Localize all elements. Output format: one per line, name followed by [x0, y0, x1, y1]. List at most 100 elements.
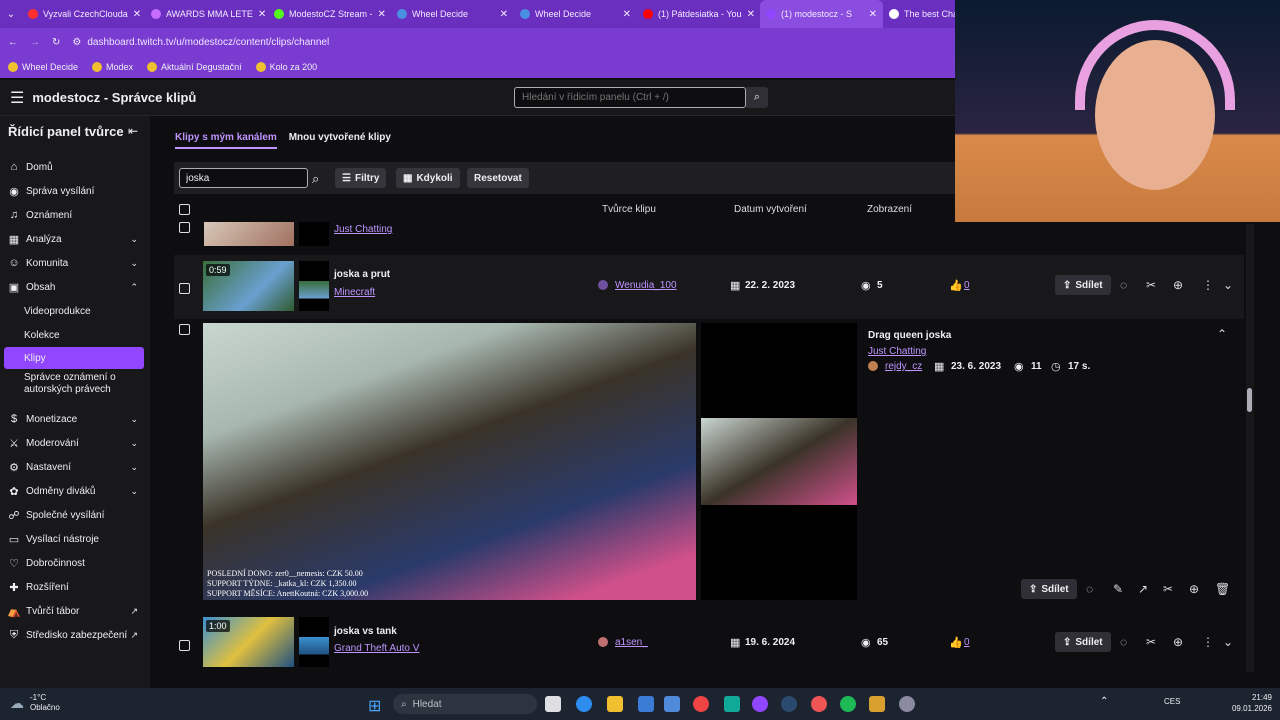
time-filter-button[interactable]: ▦ Kdykoli — [396, 168, 460, 188]
loading-icon[interactable]: ◌ — [1120, 278, 1127, 292]
tab-my-channel-clips[interactable]: Klipy s mým kanálem — [175, 132, 277, 149]
sidebar-item-charity[interactable]: ♡ Dobročinnost — [0, 552, 150, 574]
clip-thumbnail[interactable]: 1:00 — [203, 617, 294, 667]
column-creator[interactable]: Tvůrce klipu — [602, 204, 656, 215]
sidebar-item-extension[interactable]: ✚ Rozšíření — [0, 576, 150, 598]
back-icon[interactable]: ← — [8, 37, 18, 48]
windows-start-icon[interactable]: ⊞ — [368, 696, 381, 716]
clip-category-link[interactable]: Just Chatting — [334, 224, 392, 235]
more-icon[interactable]: ⋮ — [1202, 635, 1214, 649]
store-icon[interactable] — [638, 696, 654, 712]
tray-chevron-icon[interactable]: ⌃ — [1100, 696, 1108, 707]
clip-creator-link[interactable]: a1sen_ — [615, 637, 648, 648]
clip-thumbnail[interactable] — [204, 222, 294, 246]
tab-my-created-clips[interactable]: Mnou vytvořené klipy — [289, 132, 391, 149]
clip-category-link[interactable]: Just Chatting — [868, 346, 926, 357]
opera-icon[interactable] — [811, 696, 827, 712]
tab-list-button[interactable]: ⌄ — [0, 9, 22, 20]
browser-tab[interactable]: (1) modestocz - S ✕ — [760, 0, 883, 28]
sidebar-item-sub-7[interactable]: Kolekce — [0, 324, 150, 346]
sidebar-item-sub-6[interactable]: Videoprodukce — [0, 300, 150, 322]
clip-search-input[interactable] — [179, 168, 308, 188]
sidebar-item-community[interactable]: ☺ Komunita ⌄ — [0, 252, 150, 274]
sidebar-item-gift[interactable]: ✿ Odměny diváků ⌄ — [0, 480, 150, 502]
row-checkbox[interactable] — [179, 640, 190, 651]
clip-creator-link[interactable]: rejdy_cz — [885, 361, 922, 372]
share-button[interactable]: ⇪ Sdílet — [1021, 579, 1077, 599]
clip-creator-link[interactable]: Wenudia_100 — [615, 280, 677, 291]
settings-icon[interactable] — [899, 696, 915, 712]
clip-category-link[interactable]: Grand Theft Auto V — [334, 643, 419, 654]
share-button[interactable]: ⇪ Sdílet — [1055, 632, 1111, 652]
loading-icon[interactable]: ◌ — [1120, 635, 1127, 649]
sidebar-item-gear[interactable]: ⚙ Nastavení ⌄ — [0, 456, 150, 478]
clip-video-player[interactable]: POSLEDNÍ DONO: zer0__nemesis: CZK 50.00 … — [203, 323, 696, 600]
expand-chevron-icon[interactable]: ⌄ — [1223, 278, 1233, 292]
sidebar-item-sub-9[interactable]: Správce oznámení o autorských právech — [0, 370, 150, 398]
close-tab-icon[interactable]: ✕ — [623, 9, 631, 20]
add-circle-icon[interactable]: ⊕ — [1173, 635, 1183, 649]
clip-likes[interactable]: 0 — [964, 280, 970, 291]
menu-icon[interactable]: ☰ — [10, 88, 24, 108]
clip-likes[interactable]: 0 — [964, 637, 970, 648]
sidebar-item-tools[interactable]: ▭ Vysílací nástroje — [0, 528, 150, 550]
discord-icon[interactable] — [752, 696, 768, 712]
add-circle-icon[interactable]: ⊕ — [1173, 278, 1183, 292]
browser-tab[interactable]: ModestoCZ Stream - ✕ — [268, 0, 391, 28]
browser-tab[interactable]: (1) Pátdesiatka - You ✕ — [637, 0, 760, 28]
taskbar-search[interactable]: ⌕ Hledat — [393, 694, 537, 714]
sidebar-item-home[interactable]: ⌂ Domů — [0, 156, 150, 178]
select-all-checkbox[interactable] — [179, 204, 190, 215]
chrome-icon[interactable] — [693, 696, 709, 712]
explorer-icon[interactable] — [607, 696, 623, 712]
row-checkbox[interactable] — [179, 324, 190, 335]
app-icon[interactable] — [664, 696, 680, 712]
bookmark-degustacni[interactable]: Aktuální Degustační — [147, 62, 242, 72]
app-icon[interactable] — [724, 696, 740, 712]
close-tab-icon[interactable]: ✕ — [747, 9, 755, 20]
trash-icon[interactable]: 🗑 — [1215, 582, 1230, 596]
scissors-icon[interactable]: ✂ — [1146, 278, 1156, 292]
sidebar-item-content[interactable]: ▣ Obsah ⌃ — [0, 276, 150, 298]
bookmark-kolo[interactable]: Kolo za 200 — [255, 62, 317, 72]
clip-title[interactable]: joska a prut — [334, 269, 390, 280]
scissors-icon[interactable]: ✂ — [1146, 635, 1156, 649]
clip-title[interactable]: joska vs tank — [334, 626, 397, 637]
edit-icon[interactable]: ✎ — [1113, 582, 1123, 596]
reload-icon[interactable]: ↻ — [52, 37, 60, 48]
scrollbar-thumb[interactable] — [1247, 388, 1252, 412]
add-circle-icon[interactable]: ⊕ — [1189, 582, 1199, 596]
steam-icon[interactable] — [781, 696, 797, 712]
more-icon[interactable]: ⋮ — [1202, 278, 1214, 292]
clip-category-link[interactable]: Minecraft — [334, 287, 375, 298]
forward-icon[interactable]: → — [30, 37, 40, 48]
column-date[interactable]: Datum vytvoření — [734, 204, 807, 215]
sidebar-item-chart[interactable]: ▦ Analýza ⌄ — [0, 228, 150, 250]
url-field[interactable]: ⚙ dashboard.twitch.tv/u/modestocz/conten… — [72, 32, 972, 52]
sidebar-item-bell[interactable]: ♫ Oznámení — [0, 204, 150, 226]
task-view-icon[interactable] — [545, 696, 561, 712]
sidebar-item-money[interactable]: $ Monetizace ⌄ — [0, 408, 150, 430]
weather-widget[interactable]: ☁ -1°C Oblačno — [10, 693, 60, 713]
scrollbar[interactable] — [1246, 224, 1254, 672]
sidebar-item-camp[interactable]: ⛺ Tvůrčí tábor ↗ — [0, 600, 150, 622]
browser-tab[interactable]: Wheel Decide ✕ — [514, 0, 637, 28]
expand-chevron-icon[interactable]: ⌄ — [1223, 635, 1233, 649]
spotify-icon[interactable] — [840, 696, 856, 712]
close-tab-icon[interactable]: ✕ — [378, 9, 386, 20]
row-checkbox[interactable] — [179, 222, 190, 233]
close-tab-icon[interactable]: ✕ — [500, 9, 508, 20]
dashboard-search-input[interactable] — [514, 87, 746, 108]
search-icon[interactable]: ⌕ — [312, 171, 319, 187]
site-info-icon[interactable]: ⚙ — [72, 37, 81, 48]
close-tab-icon[interactable]: ✕ — [869, 9, 877, 20]
sidebar-item-sword[interactable]: ⚔ Moderování ⌄ — [0, 432, 150, 454]
app-icon[interactable] — [869, 696, 885, 712]
collapse-sidebar-icon[interactable]: ⇤ — [128, 124, 138, 138]
reset-button[interactable]: Resetovat — [467, 168, 529, 188]
sidebar-item-broadcast[interactable]: ◉ Správa vysílání — [0, 180, 150, 202]
sidebar-item-sub-8[interactable]: Klipy — [4, 347, 144, 369]
edge-icon[interactable] — [576, 696, 592, 712]
row-checkbox[interactable] — [179, 283, 190, 294]
sidebar-item-shield[interactable]: ⛨ Středisko zabezpečení ↗ — [0, 624, 150, 646]
